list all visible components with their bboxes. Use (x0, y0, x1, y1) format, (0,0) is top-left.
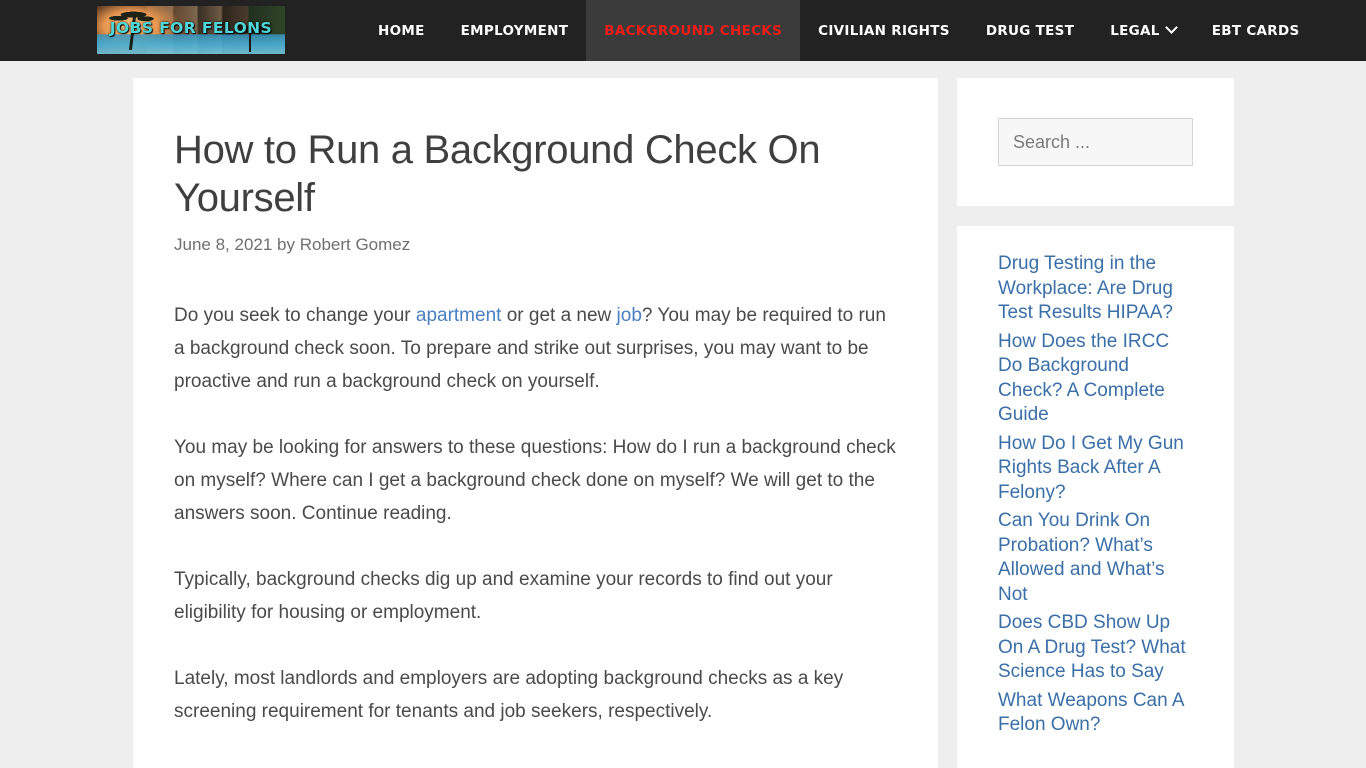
nav-item-ebt-cards[interactable]: EBT CARDS (1194, 0, 1318, 61)
recent-posts-list: Drug Testing in the Workplace: Are Drug … (998, 252, 1196, 738)
list-item: What Weapons Can A Felon Own? (998, 689, 1196, 738)
inline-link[interactable]: apartment (416, 305, 502, 326)
page-title: How to Run a Background Check On Yoursel… (174, 128, 821, 220)
recent-post-link[interactable]: Can You Drink On Probation? What’s Allow… (998, 509, 1196, 607)
recent-posts-widget: Drug Testing in the Workplace: Are Drug … (957, 226, 1234, 768)
nav-item-employment[interactable]: EMPLOYMENT (443, 0, 587, 61)
nav-label: DRUG TEST (985, 22, 1075, 39)
article-paragraph: Do you seek to change your apartment or … (174, 299, 897, 398)
paragraph-text: You may be looking for answers to these … (174, 437, 896, 524)
list-item: Drug Testing in the Workplace: Are Drug … (998, 252, 1196, 326)
recent-post-link[interactable]: What Weapons Can A Felon Own? (998, 689, 1196, 738)
recent-post-link[interactable]: Does CBD Show Up On A Drug Test? What Sc… (998, 611, 1196, 685)
chevron-down-icon[interactable] (1164, 21, 1178, 34)
paragraph-text: Lately, most landlords and employers are… (174, 668, 844, 722)
nav-label: EMPLOYMENT (460, 22, 569, 39)
nav-item-drug-test[interactable]: DRUG TEST (968, 0, 1092, 61)
sidebar: Drug Testing in the Workplace: Are Drug … (957, 78, 1234, 768)
list-item: Does CBD Show Up On A Drug Test? What Sc… (998, 611, 1196, 685)
nav-label: LEGAL (1110, 22, 1160, 39)
article-paragraph: Typically, background checks dig up and … (174, 563, 897, 629)
inline-link[interactable]: job (617, 305, 642, 326)
site-header: JOBS FOR FELONS HOME EMPLOYMENT BACKGROU… (0, 0, 1366, 61)
list-item: How Does the IRCC Do Background Check? A… (998, 330, 1196, 428)
search-widget (957, 78, 1234, 206)
nav-label: EBT CARDS (1211, 22, 1300, 39)
list-item: Can You Drink On Probation? What’s Allow… (998, 509, 1196, 607)
list-item: How Do I Get My Gun Rights Back After A … (998, 432, 1196, 506)
paragraph-text: Do you seek to change your (174, 305, 416, 326)
entry-content: Do you seek to change your apartment or … (174, 299, 897, 728)
logo-text: JOBS FOR FELONS (109, 18, 273, 37)
article-paragraph: You may be looking for answers to these … (174, 431, 897, 530)
nav-label: HOME (378, 22, 425, 39)
recent-post-link[interactable]: Drug Testing in the Workplace: Are Drug … (998, 252, 1196, 326)
recent-post-link[interactable]: How Do I Get My Gun Rights Back After A … (998, 432, 1196, 506)
entry-meta: June 8, 2021 by Robert Gomez (174, 235, 411, 254)
paragraph-text: or get a new (501, 305, 617, 326)
nav-label: BACKGROUND CHECKS (604, 22, 783, 39)
article-paragraph: Lately, most landlords and employers are… (174, 662, 897, 728)
nav-item-civilian-rights[interactable]: CIVILIAN RIGHTS (800, 0, 968, 61)
main-content: How to Run a Background Check On Yoursel… (133, 78, 938, 768)
main-navigation: HOME EMPLOYMENT BACKGROUND CHECKS CIVILI… (360, 0, 1318, 61)
nav-item-background-checks[interactable]: BACKGROUND CHECKS (586, 0, 801, 61)
recent-post-link[interactable]: How Does the IRCC Do Background Check? A… (998, 330, 1196, 428)
page-wrapper: How to Run a Background Check On Yoursel… (0, 61, 1366, 768)
nav-item-legal[interactable]: LEGAL (1092, 0, 1193, 61)
nav-label: CIVILIAN RIGHTS (818, 22, 950, 39)
search-input[interactable] (998, 118, 1193, 166)
site-logo[interactable]: JOBS FOR FELONS (97, 6, 285, 54)
paragraph-text: Typically, background checks dig up and … (174, 569, 833, 623)
nav-item-home[interactable]: HOME (360, 0, 443, 61)
